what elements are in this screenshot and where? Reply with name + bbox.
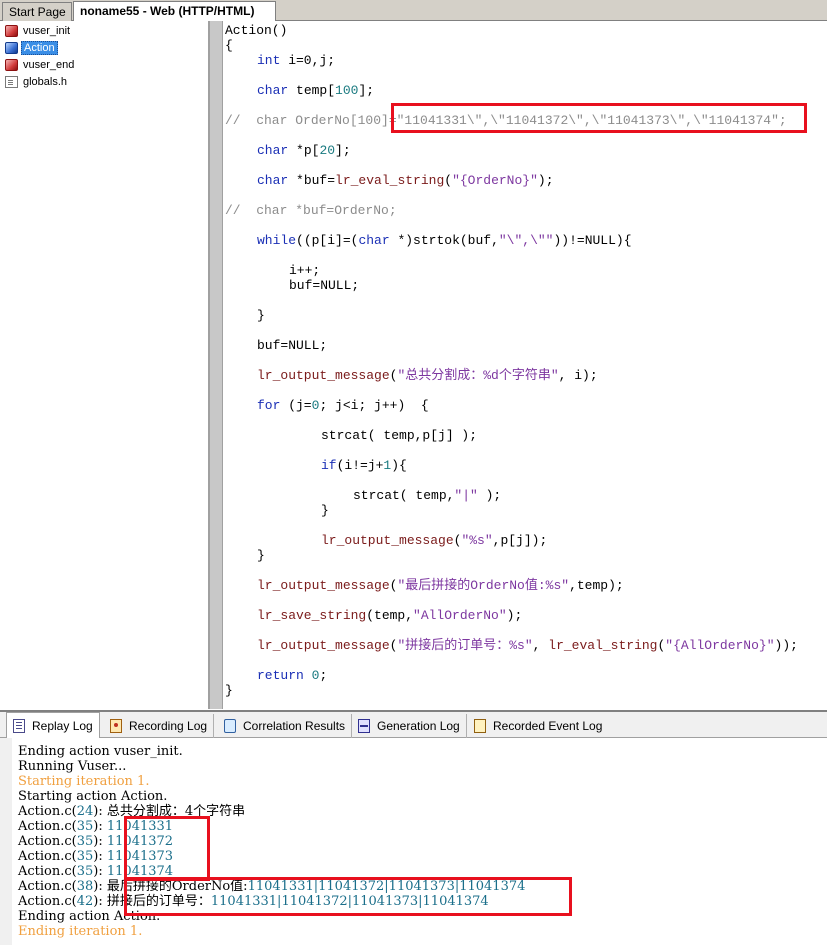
action-red-icon bbox=[5, 59, 18, 71]
code-line: strcat( temp,"|" ); bbox=[353, 488, 502, 503]
tab-generation-log[interactable]: Generation Log bbox=[352, 714, 467, 738]
log-line: Action.c(38): 最后拼接的OrderNo值:11041331|110… bbox=[18, 879, 526, 894]
tab-label: Recorded Event Log bbox=[493, 719, 603, 733]
code-line: strcat( temp,p[j] ); bbox=[321, 428, 478, 443]
log-line: Ending action Action. bbox=[18, 909, 161, 924]
log-line: Ending action vuser_init. bbox=[18, 744, 183, 759]
log-line-iteration: Starting iteration 1. bbox=[18, 774, 150, 789]
code-line: return 0; bbox=[257, 668, 328, 683]
log-line: Action.c(24): 总共分割成：4个字符串 bbox=[18, 804, 246, 819]
log-line-iteration: Ending iteration 1. bbox=[18, 924, 143, 939]
action-blue-icon bbox=[5, 42, 18, 54]
code-line: lr_output_message("总共分割成：%d个字符串", i); bbox=[257, 368, 598, 383]
tree-item-globals-h[interactable]: globals.h bbox=[5, 74, 69, 90]
code-line: lr_output_message("最后拼接的OrderNo值:%s",tem… bbox=[257, 578, 624, 593]
log-line: Starting action Action. bbox=[18, 789, 168, 804]
generation-log-icon bbox=[358, 719, 370, 733]
code-line: if(i!=j+1){ bbox=[321, 458, 407, 473]
tab-label: Correlation Results bbox=[243, 719, 346, 733]
tab-recording-log[interactable]: Recording Log bbox=[104, 714, 215, 738]
document-tab-bar: Start Page noname55 - Web (HTTP/HTML) bbox=[0, 0, 827, 21]
tab-correlation-results[interactable]: Correlation Results bbox=[218, 714, 353, 738]
script-tree-panel: vuser_init Action vuser_end globals.h bbox=[0, 21, 209, 709]
replay-log-icon bbox=[13, 719, 25, 733]
log-line: Action.c(35): 11041372 bbox=[18, 834, 174, 849]
code-line: lr_output_message("%s",p[j]); bbox=[321, 533, 548, 548]
code-line: lr_save_string(temp,"AllOrderNo"); bbox=[257, 608, 523, 623]
log-line: Action.c(35): 11041374 bbox=[18, 864, 174, 879]
code-line: for (j=0; j<i; j++) { bbox=[257, 398, 429, 413]
code-line: char *buf=lr_eval_string("{OrderNo}"); bbox=[257, 173, 554, 188]
code-line: i++; bbox=[289, 263, 321, 278]
tab-label: Generation Log bbox=[377, 719, 460, 733]
tree-item-label: vuser_end bbox=[23, 59, 75, 71]
tree-item-vuser-end[interactable]: vuser_end bbox=[5, 57, 76, 73]
code-line-commented: // char *buf=OrderNo; bbox=[225, 203, 397, 218]
tree-item-label: vuser_init bbox=[23, 25, 71, 37]
code-line: { bbox=[225, 38, 233, 53]
code-editor[interactable]: Action() { int i=0,j; char temp[100]; //… bbox=[223, 21, 827, 709]
recording-log-icon bbox=[110, 719, 122, 733]
code-line: Action() bbox=[225, 23, 288, 38]
code-line: int i=0,j; bbox=[257, 53, 336, 68]
recorded-event-log-icon bbox=[474, 719, 486, 733]
output-tab-bar: Replay Log Recording Log Correlation Res… bbox=[0, 710, 827, 739]
pane-splitter[interactable] bbox=[209, 21, 223, 709]
action-red-icon bbox=[5, 25, 18, 37]
code-line: char temp[100]; bbox=[257, 83, 375, 98]
tree-item-label: globals.h bbox=[23, 76, 68, 88]
code-line: lr_output_message("拼接后的订单号：%s", lr_eval_… bbox=[257, 638, 798, 653]
code-line: buf=NULL; bbox=[257, 338, 328, 353]
tab-start-page[interactable]: Start Page bbox=[2, 2, 72, 21]
header-file-icon bbox=[5, 76, 18, 88]
log-line: Action.c(35): 11041373 bbox=[18, 849, 174, 864]
correlation-icon bbox=[224, 719, 236, 733]
tab-label: Replay Log bbox=[32, 719, 93, 733]
code-line: } bbox=[257, 308, 265, 323]
tab-replay-log[interactable]: Replay Log bbox=[6, 712, 100, 739]
code-line: buf=NULL; bbox=[289, 278, 360, 293]
replay-log-output[interactable]: Ending action vuser_init. Running Vuser.… bbox=[0, 738, 827, 945]
log-line: Action.c(35): 11041331 bbox=[18, 819, 174, 834]
tree-item-vuser-init[interactable]: vuser_init bbox=[5, 23, 72, 39]
code-line-commented: // char OrderNo[100]="11041331\",\"11041… bbox=[225, 113, 787, 128]
code-line: char *p[20]; bbox=[257, 143, 351, 158]
tab-label: Recording Log bbox=[129, 719, 208, 733]
tab-script-noname55[interactable]: noname55 - Web (HTTP/HTML) bbox=[73, 1, 276, 21]
tree-item-label: Action bbox=[21, 41, 58, 55]
code-line: } bbox=[225, 683, 233, 698]
code-line: } bbox=[257, 548, 265, 563]
code-line: } bbox=[321, 503, 329, 518]
code-line: while((p[i]=(char *)strtok(buf,"\",\""))… bbox=[257, 233, 632, 248]
tab-recorded-event-log[interactable]: Recorded Event Log bbox=[468, 714, 608, 738]
tree-item-action[interactable]: Action bbox=[5, 40, 58, 56]
log-line: Action.c(42): 拼接后的订单号：11041331|11041372|… bbox=[18, 894, 489, 909]
log-line: Running Vuser... bbox=[18, 759, 127, 774]
